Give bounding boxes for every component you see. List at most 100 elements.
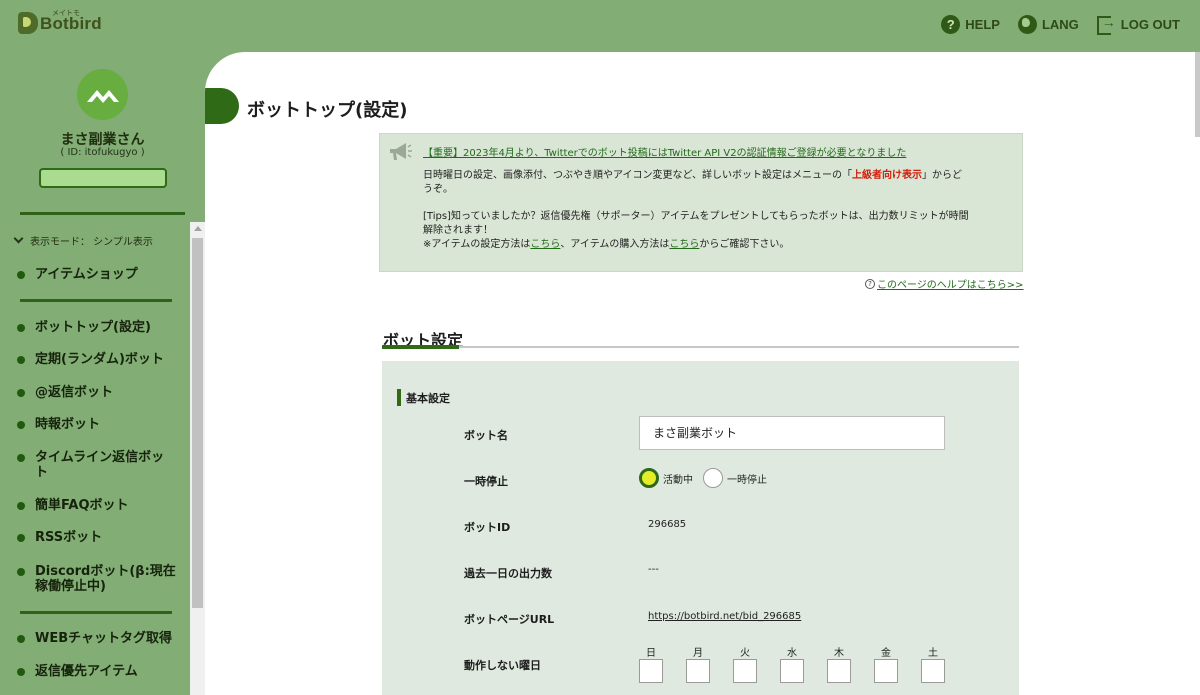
hint-text-line2: うぞ。 [423, 184, 453, 195]
megaphone-icon [390, 143, 412, 160]
display-mode-toggle[interactable]: 表示モード： シンプル表示 [13, 233, 153, 248]
day-checkbox[interactable] [733, 659, 757, 683]
day-tuesday: 火 [733, 644, 757, 683]
sidebar-item-priority-reply-item[interactable]: 返信優先アイテム [17, 664, 182, 679]
avatar[interactable] [77, 69, 128, 120]
radio-active[interactable]: 活動中 [639, 468, 693, 488]
bot-url-label: ボットページURL [464, 613, 555, 626]
tips-line3-b: 、アイテムの購入方法は [560, 239, 670, 250]
bullet-icon [17, 421, 25, 429]
help-link[interactable]: ? HELP [941, 15, 1000, 34]
hint-text-before: 日時曜日の設定、画像添付、つぶやき順やアイコン変更など、詳しいボット設定はメニュ… [423, 170, 852, 181]
top-bar: メイトモ Botbird ? HELP LANG LOG OUT [0, 0, 1200, 52]
day-label: 日 [646, 648, 656, 659]
sidebar-item-reply-bot[interactable]: @返信ボット [17, 385, 182, 400]
bullet-icon [17, 502, 25, 510]
bot-page-url-link[interactable]: https://botbird.net/bid_296685 [648, 611, 801, 622]
logout-label: LOG OUT [1120, 17, 1180, 32]
settings-hint-text: 日時曜日の設定、画像添付、つぶやき順やアイコン変更など、詳しいボット設定はメニュ… [423, 169, 962, 197]
sidebar-divider [20, 299, 172, 302]
mountain-icon [87, 90, 119, 103]
inactive-days-label: 動作しない曜日 [464, 659, 541, 672]
bot-id-value: 296685 [648, 519, 687, 530]
help-icon: ? [941, 15, 961, 34]
sidebar-item-label: 定期(ランダム)ボット [35, 352, 164, 367]
bullet-icon [17, 324, 25, 332]
day-checkbox[interactable] [827, 659, 851, 683]
radio-active-button[interactable] [639, 468, 659, 488]
bot-id-label: ボットID [464, 521, 511, 534]
radio-paused[interactable]: 一時停止 [703, 468, 767, 488]
bullet-icon [17, 271, 25, 279]
logout-link[interactable]: LOG OUT [1096, 14, 1180, 35]
radio-active-label: 活動中 [663, 474, 693, 486]
sidebar-item-label: 時報ボット [35, 417, 101, 432]
day-label: 金 [881, 648, 891, 659]
bot-name-input[interactable]: まさ副業ボット [639, 416, 945, 450]
sidebar-item-bot-top[interactable]: ボットトップ(設定) [17, 320, 182, 335]
bullet-icon [17, 568, 25, 576]
logout-icon [1096, 14, 1116, 35]
subsection-title: 基本設定 [397, 389, 450, 406]
day-checkbox[interactable] [874, 659, 898, 683]
sidebar-item-random-bot[interactable]: 定期(ランダム)ボット [17, 352, 182, 367]
user-status-bar [39, 168, 167, 188]
sidebar-item-timeline-reply-bot[interactable]: タイムライン返信ボット [17, 450, 167, 480]
item-purchase-link[interactable]: こちら [669, 239, 699, 250]
sidebar-item-label: ボットトップ(設定) [35, 320, 151, 335]
bullet-icon [17, 389, 25, 397]
top-nav: ? HELP LANG LOG OUT [941, 14, 1180, 35]
sidebar-scrollbar-thumb[interactable] [192, 238, 203, 608]
day-checkbox[interactable] [921, 659, 945, 683]
display-mode-label: 表示モード： シンプル表示 [30, 237, 153, 248]
section-divider [382, 346, 1019, 348]
chevron-down-icon [13, 233, 24, 244]
day-sunday: 日 [639, 644, 663, 683]
sidebar-item-faq-bot[interactable]: 簡単FAQボット [17, 498, 182, 513]
sidebar-item-discord-bot[interactable]: Discordボット(β:現在稼働停止中) [17, 564, 182, 594]
tips-line3-c: からご確認下さい。 [699, 239, 790, 250]
day-label: 土 [928, 648, 938, 659]
page-title: ボットトップ(設定) [247, 100, 408, 121]
main-panel: ボットトップ(設定) 【重要】2023年4月より、Twitterでのボット投稿に… [205, 52, 1200, 695]
day-monday: 月 [686, 644, 710, 683]
day-thursday: 木 [827, 644, 851, 683]
botbird-logo[interactable]: メイトモ Botbird [18, 9, 102, 34]
day-checkbox[interactable] [639, 659, 663, 683]
sidebar-item-web-chat-tag[interactable]: WEBチャットタグ取得 [17, 631, 182, 646]
page-scrollbar-thumb[interactable] [1195, 52, 1200, 137]
help-label: HELP [965, 17, 1000, 32]
scroll-up-arrow-icon[interactable] [194, 226, 202, 231]
daily-output-label: 過去一日の出力数 [464, 567, 552, 580]
day-label: 火 [740, 648, 750, 659]
advanced-view-link[interactable]: 上級者向け表示 [852, 170, 922, 181]
question-icon: ? [865, 278, 875, 289]
bullet-icon [17, 356, 25, 364]
radio-paused-label: 一時停止 [727, 474, 767, 486]
day-checkbox[interactable] [686, 659, 710, 683]
sidebar-item-time-bot[interactable]: 時報ボット [17, 417, 182, 432]
page-help-label: このページのヘルプはこちら>> [877, 280, 1024, 291]
sidebar-item-label: アイテムショップ [35, 267, 138, 282]
sidebar-item-label: @返信ボット [35, 385, 114, 400]
hint-text-after: 」からど [922, 170, 962, 181]
day-label: 水 [787, 648, 797, 659]
sidebar-divider [20, 611, 172, 614]
api-v2-notice-link[interactable]: 【重要】2023年4月より、Twitterでのボット投稿にはTwitter AP… [423, 144, 906, 159]
subsection-title-label: 基本設定 [406, 391, 450, 405]
user-id: ( ID: itofukugyo ) [60, 147, 145, 158]
logo-subtitle: メイトモ [52, 9, 80, 17]
section-divider-accent [382, 345, 459, 349]
day-checkbox[interactable] [780, 659, 804, 683]
page-help-link[interactable]: ? このページのヘルプはこちら>> [865, 276, 1024, 291]
sidebar-item-label: RSSボット [35, 530, 103, 545]
item-settings-link[interactable]: こちら [530, 239, 560, 250]
radio-paused-button[interactable] [703, 468, 723, 488]
pause-label: 一時停止 [464, 475, 508, 488]
sidebar-item-rss-bot[interactable]: RSSボット [17, 530, 182, 545]
tips-line2: 解除されます！ [423, 225, 493, 236]
lang-link[interactable]: LANG [1017, 15, 1079, 34]
logo-mark-icon [18, 12, 38, 34]
sidebar-item-item-shop[interactable]: アイテムショップ [17, 267, 182, 282]
bullet-icon [17, 534, 25, 542]
